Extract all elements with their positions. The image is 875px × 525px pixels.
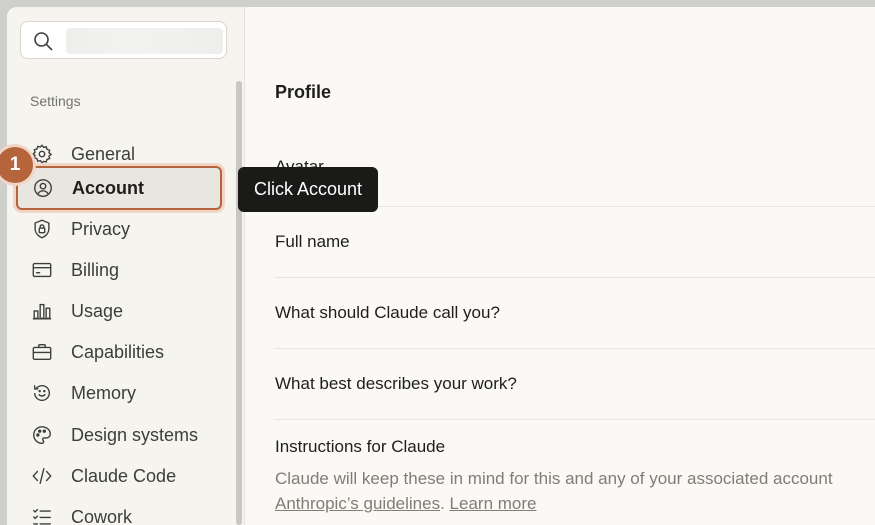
sidebar-item-label: Privacy [71,218,131,239]
history-icon [31,382,53,404]
learn-more-link[interactable]: Learn more [450,494,537,513]
sidebar-item-claude-code[interactable]: Claude Code [15,456,220,496]
sidebar-item-label: Memory [71,382,137,403]
search-query-redacted [66,28,223,54]
sidebar-scrollbar[interactable] [236,81,242,525]
palette-icon [31,424,53,446]
sidebar-item-label: Claude Code [71,465,177,486]
profile-panel: Profile Avatar Full name What should Cla… [275,7,875,525]
sidebar-item-label: Capabilities [71,341,165,362]
sidebar-item-cowork[interactable]: Cowork [15,497,220,525]
work-description-label: What best describes your work? [275,374,517,393]
sidebar-item-design-systems[interactable]: Design systems [15,415,220,455]
bar-chart-icon [31,300,53,322]
sidebar-item-label: Usage [71,300,124,321]
search-input[interactable] [20,21,227,59]
divider [275,419,875,420]
divider [275,348,875,349]
sidebar-item-privacy[interactable]: Privacy [15,209,220,249]
sidebar-item-label: Account [72,177,144,198]
call-you-label: What should Claude call you? [275,303,500,322]
settings-window: Settings General Account Privacy Billing… [7,7,875,525]
gear-icon [31,143,53,165]
instructions-help-links: Anthropic’s guidelines. Learn more [275,491,833,516]
sidebar: Settings General Account Privacy Billing… [7,7,245,525]
sidebar-item-label: Billing [71,259,120,280]
full-name-label: Full name [275,232,350,251]
code-icon [31,465,53,487]
instructions-help-text: Claude will keep these in mind for this … [275,466,833,516]
sidebar-item-memory[interactable]: Memory [15,373,220,413]
instruction-tooltip: Click Account [238,167,379,212]
user-circle-icon [32,177,54,199]
settings-section-label: Settings [30,93,81,109]
instructions-label: Instructions for Claude [275,437,446,456]
instructions-help-line: Claude will keep these in mind for this … [275,469,833,488]
guidelines-link[interactable]: Anthropic’s guidelines [275,494,440,513]
checklist-icon [31,506,53,525]
divider [275,277,875,278]
sidebar-item-usage[interactable]: Usage [15,291,220,331]
page-title: Profile [275,82,332,102]
briefcase-icon [31,341,53,363]
sidebar-item-billing[interactable]: Billing [15,250,220,290]
sidebar-item-capabilities[interactable]: Capabilities [15,332,220,372]
shield-lock-icon [31,218,53,240]
search-icon [33,31,53,51]
sidebar-item-label: Design systems [71,424,199,445]
sidebar-item-label: Cowork [71,506,133,525]
help-period: . [440,494,445,513]
credit-card-icon [31,259,53,281]
sidebar-item-label: General [71,143,136,164]
sidebar-item-account[interactable]: Account [16,166,222,210]
